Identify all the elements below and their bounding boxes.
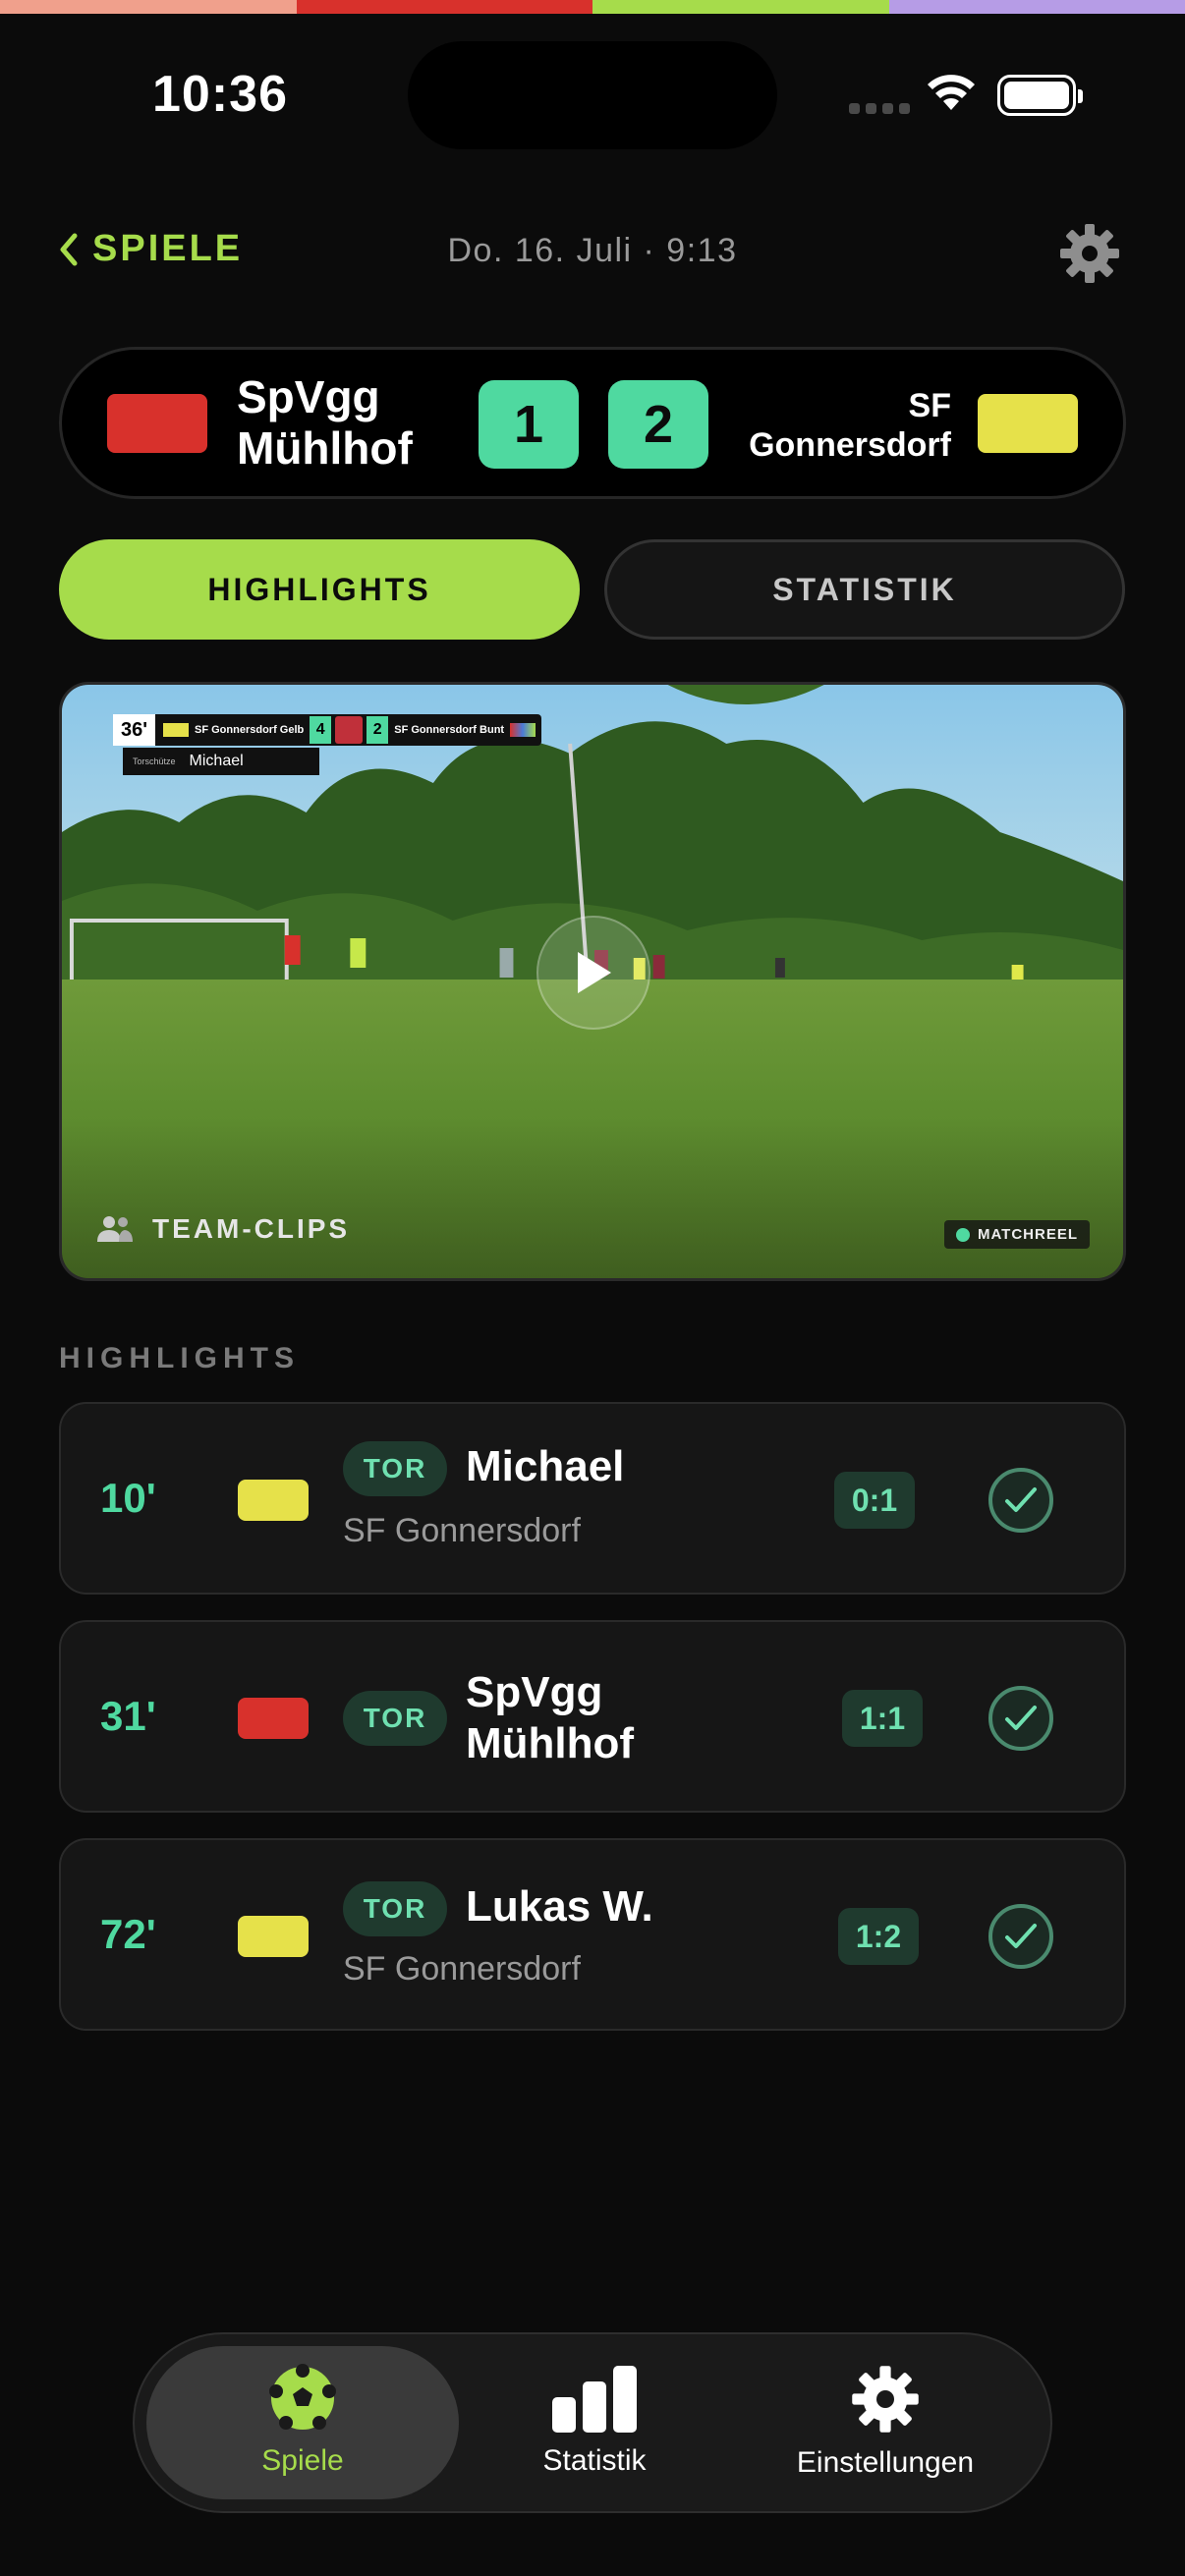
signal-icon — [849, 103, 910, 114]
scorebug-away: SF Gonnersdorf Bunt — [394, 724, 505, 736]
dynamic-island — [408, 41, 777, 149]
goal-tag: TOR — [343, 1441, 447, 1496]
wifi-icon — [928, 75, 975, 110]
goal-tag: TOR — [343, 1881, 447, 1936]
gear-icon[interactable] — [1058, 222, 1121, 285]
tab-statistik[interactable]: STATISTIK — [604, 539, 1125, 640]
color-strip — [0, 0, 1185, 14]
result-badge: 1:1 — [842, 1690, 923, 1747]
video-player[interactable]: 36' SF Gonnersdorf Gelb 4 2 SF Gonnersdo… — [59, 682, 1126, 1281]
bar-chart-icon — [552, 2366, 637, 2433]
highlight-card[interactable]: 31' TOR SpVgg Mühlhof 1:1 — [59, 1620, 1126, 1813]
home-team-color — [107, 394, 207, 453]
video-scorer: Torschütze Michael — [123, 748, 319, 775]
team-clips-label: TEAM-CLIPS — [95, 1213, 350, 1245]
tab-einstellungen[interactable]: Einstellungen — [738, 2364, 1033, 2480]
video-scorebug: 36' SF Gonnersdorf Gelb 4 2 SF Gonnersdo… — [113, 714, 542, 746]
gear-icon — [852, 2366, 919, 2433]
scorebug-away-score: 2 — [367, 716, 389, 744]
highlight-card[interactable]: 72' TOR Lukas W. SF Gonnersdorf 1:2 — [59, 1838, 1126, 2031]
people-icon — [97, 1216, 133, 1242]
goal-tag: TOR — [343, 1691, 447, 1746]
tab-spiele-label: Spiele — [261, 2444, 344, 2477]
check-icon[interactable] — [988, 1468, 1053, 1533]
highlight-minute: 10' — [100, 1475, 156, 1521]
scoreboard: SpVgg Mühlhof 1 2 SF Gonnersdorf — [59, 347, 1126, 499]
team-color — [238, 1480, 309, 1521]
scorebug-minute: 36' — [113, 714, 156, 746]
tab-highlights[interactable]: HIGHLIGHTS — [59, 539, 580, 640]
check-icon[interactable] — [988, 1686, 1053, 1751]
tab-einstellungen-label: Einstellungen — [796, 2446, 975, 2479]
play-button[interactable] — [536, 916, 650, 1030]
away-team-name: SF Gonnersdorf — [749, 387, 951, 464]
player-name: Michael — [466, 1442, 625, 1490]
team-name: SF Gonnersdorf — [343, 1512, 581, 1549]
player-name: Lukas W. — [466, 1882, 653, 1931]
highlight-minute: 72' — [100, 1911, 156, 1957]
status-time: 10:36 — [152, 66, 288, 123]
home-team-name: SpVgg Mühlhof — [237, 371, 413, 474]
play-icon — [578, 952, 611, 993]
matchreel-logo: MATCHREEL — [943, 1220, 1090, 1249]
highlight-card[interactable]: 10' TOR Michael SF Gonnersdorf 0:1 — [59, 1402, 1126, 1595]
scorebug-home: SF Gonnersdorf Gelb — [195, 724, 305, 736]
check-icon[interactable] — [988, 1904, 1053, 1969]
scorebug-home-score: 4 — [310, 716, 332, 744]
home-score: 1 — [479, 380, 579, 469]
team-color — [238, 1698, 309, 1739]
result-badge: 1:2 — [838, 1908, 919, 1965]
away-score: 2 — [608, 380, 708, 469]
tab-statistik-label: Statistik — [542, 2444, 647, 2477]
battery-icon — [997, 75, 1083, 116]
highlight-minute: 31' — [100, 1693, 156, 1739]
match-date: Do. 16. Juli · 9:13 — [447, 232, 738, 269]
team-color — [238, 1916, 309, 1957]
soccer-ball-icon — [269, 2364, 336, 2430]
tab-statistik-bottom[interactable]: Statistik — [447, 2364, 742, 2478]
section-title: HIGHLIGHTS — [59, 1342, 300, 1374]
away-team-color — [978, 394, 1078, 453]
result-badge: 0:1 — [834, 1472, 915, 1529]
team-name: SF Gonnersdorf — [343, 1950, 581, 1988]
tab-spiele[interactable]: Spiele — [155, 2364, 450, 2478]
player-name: SpVgg Mühlhof — [466, 1668, 635, 1767]
bottom-tab-bar: Spiele Statistik Einstellungen — [133, 2332, 1052, 2513]
